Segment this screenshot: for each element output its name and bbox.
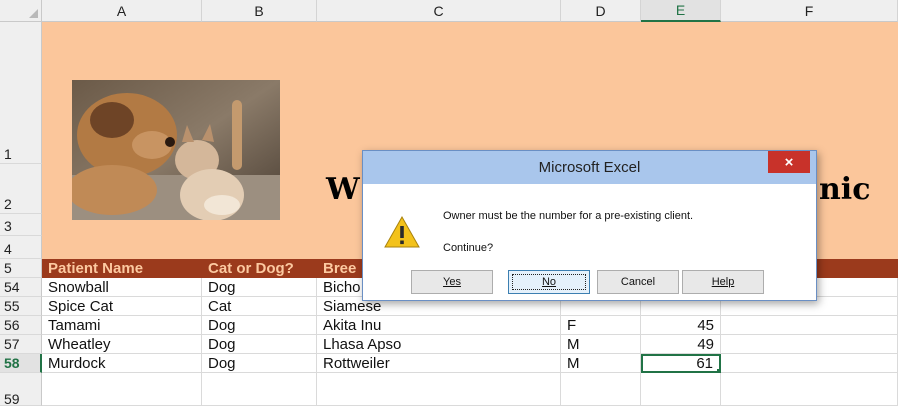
cell-a58[interactable]: Murdock: [42, 354, 202, 373]
cell-a55[interactable]: Spice Cat: [42, 297, 202, 316]
dialog-title-bar[interactable]: Microsoft Excel: [363, 151, 816, 184]
cell-e57[interactable]: 49: [641, 335, 721, 354]
row-header-3[interactable]: 3: [0, 214, 42, 236]
yes-button-label: Yes: [443, 276, 461, 288]
column-header-c[interactable]: C: [317, 0, 561, 22]
clinic-title-right: nic: [819, 172, 871, 207]
cancel-button-label: Cancel: [620, 276, 656, 288]
cell-c56[interactable]: Akita Inu: [317, 316, 561, 335]
dog-and-cat-photo[interactable]: [72, 80, 280, 220]
help-button[interactable]: Help: [682, 270, 764, 294]
cell-f57[interactable]: [721, 335, 898, 354]
cell-d58[interactable]: M: [561, 354, 641, 373]
cell-c59[interactable]: [317, 373, 561, 406]
cell-d59[interactable]: [561, 373, 641, 406]
row-header-54[interactable]: 54: [0, 278, 42, 297]
row-header-5[interactable]: 5: [0, 259, 42, 278]
dialog-question: Continue?: [443, 242, 494, 254]
cell-a57[interactable]: Wheatley: [42, 335, 202, 354]
dialog-message: Owner must be the number for a pre-exist…: [443, 210, 694, 222]
no-button-label: No: [541, 276, 557, 288]
column-header-b[interactable]: B: [202, 0, 317, 22]
help-button-label: Help: [711, 276, 735, 288]
clinic-title-left: W: [326, 172, 360, 207]
column-header-e[interactable]: E: [641, 0, 721, 22]
cell-b59[interactable]: [202, 373, 317, 406]
select-all-corner[interactable]: [0, 0, 42, 22]
cell-f58[interactable]: [721, 354, 898, 373]
cell-e56[interactable]: 45: [641, 316, 721, 335]
row-header-59[interactable]: 59: [0, 373, 42, 407]
cancel-button[interactable]: Cancel: [597, 270, 679, 294]
cell-a56[interactable]: Tamami: [42, 316, 202, 335]
cell-b57[interactable]: Dog: [202, 335, 317, 354]
cell-d56[interactable]: F: [561, 316, 641, 335]
cell-b55[interactable]: Cat: [202, 297, 317, 316]
column-header-d[interactable]: D: [561, 0, 641, 22]
header-cat-or-dog[interactable]: Cat or Dog?: [202, 259, 317, 278]
cell-e59[interactable]: [641, 373, 721, 406]
cell-a54[interactable]: Snowball: [42, 278, 202, 297]
column-header-a[interactable]: A: [42, 0, 202, 22]
cell-c58[interactable]: Rottweiler: [317, 354, 561, 373]
yes-button[interactable]: Yes: [411, 270, 493, 294]
row-header-56[interactable]: 56: [0, 316, 42, 335]
cell-f59[interactable]: [721, 373, 898, 406]
row-header-58[interactable]: 58: [0, 354, 42, 373]
row-header-57[interactable]: 57: [0, 335, 42, 354]
cell-f56[interactable]: [721, 316, 898, 335]
cell-c57[interactable]: Lhasa Apso: [317, 335, 561, 354]
active-cell-e58[interactable]: 61: [641, 354, 721, 373]
cell-d57[interactable]: M: [561, 335, 641, 354]
row-header-1[interactable]: 1: [0, 22, 42, 164]
message-dialog: Microsoft Excel × Owner must be the numb…: [362, 150, 817, 301]
row-header-55[interactable]: 55: [0, 297, 42, 316]
dialog-title: Microsoft Excel: [538, 159, 641, 176]
cell-b58[interactable]: Dog: [202, 354, 317, 373]
row-header-2[interactable]: 2: [0, 164, 42, 214]
column-header-f[interactable]: F: [721, 0, 898, 22]
cell-b54[interactable]: Dog: [202, 278, 317, 297]
dialog-body: Owner must be the number for a pre-exist…: [363, 184, 816, 300]
cell-b56[interactable]: Dog: [202, 316, 317, 335]
cell-a59[interactable]: [42, 373, 202, 406]
close-button[interactable]: ×: [768, 151, 810, 173]
warning-icon: [384, 215, 420, 248]
header-patient-name[interactable]: Patient Name: [42, 259, 202, 278]
no-button[interactable]: No: [508, 270, 590, 294]
row-header-4[interactable]: 4: [0, 236, 42, 259]
